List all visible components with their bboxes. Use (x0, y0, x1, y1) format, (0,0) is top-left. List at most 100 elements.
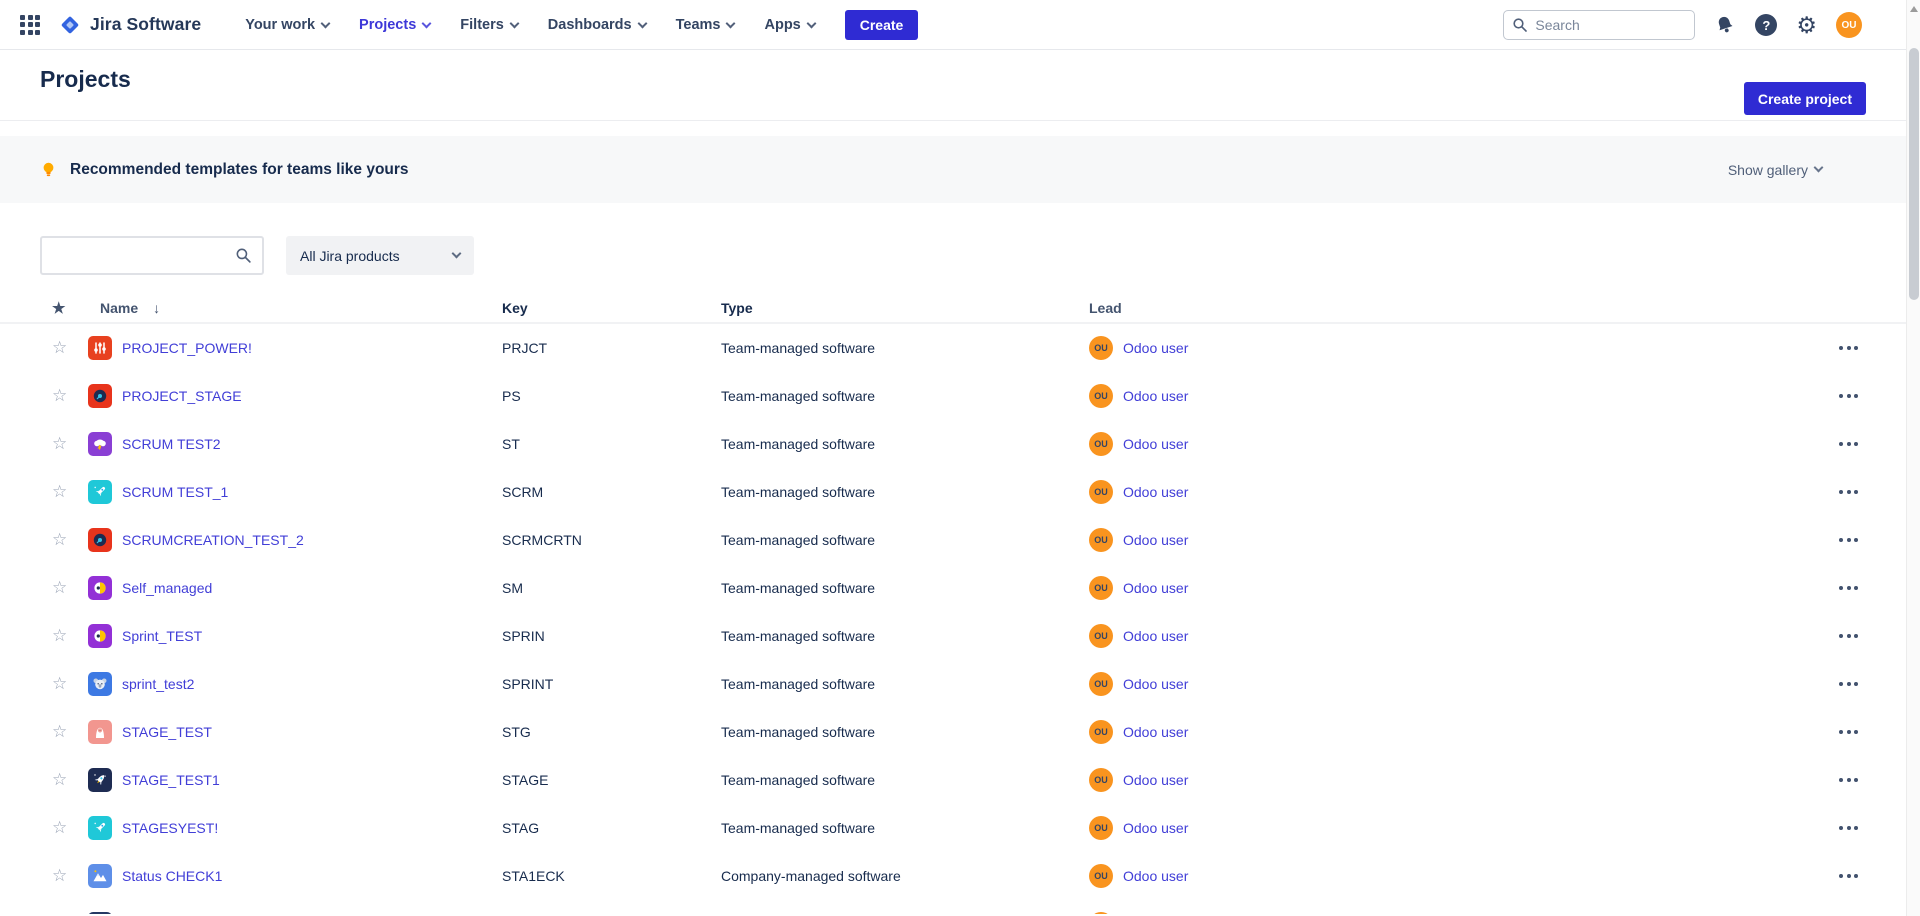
lead-link[interactable]: Odoo user (1123, 820, 1188, 836)
row-actions-button[interactable] (1837, 676, 1860, 692)
product-filter-value: All Jira products (300, 248, 400, 264)
app-switcher-icon[interactable] (20, 15, 40, 35)
notifications-button[interactable] (1714, 14, 1736, 36)
table-row: ☆ STAGE_TEST1 STAGE Team-managed softwar… (0, 756, 1906, 804)
row-actions-button[interactable] (1837, 868, 1860, 884)
nav-item-projects[interactable]: Projects (359, 17, 430, 33)
favorite-star-button[interactable]: ☆ (52, 387, 67, 404)
lead-link[interactable]: Odoo user (1123, 436, 1188, 452)
sort-descending-icon: ↓ (153, 300, 160, 316)
project-key: STA1ECK (502, 868, 721, 884)
user-avatar[interactable]: OU (1836, 12, 1862, 38)
project-type: Team-managed software (721, 820, 1089, 836)
row-actions-button[interactable] (1837, 484, 1860, 500)
favorite-star-button[interactable]: ☆ (52, 867, 67, 884)
project-name-link[interactable]: sprint_test2 (122, 676, 194, 692)
nav-item-teams[interactable]: Teams (676, 17, 735, 33)
scrollbar-thumb[interactable] (1909, 48, 1919, 300)
lead-link[interactable]: Odoo user (1123, 340, 1188, 356)
product-filter-select[interactable]: All Jira products (286, 236, 474, 275)
column-header-type[interactable]: Type (721, 300, 1089, 316)
lead-link[interactable]: Odoo user (1123, 676, 1188, 692)
nav-item-apps[interactable]: Apps (764, 17, 814, 33)
row-actions-button[interactable] (1837, 820, 1860, 836)
favorite-star-button[interactable]: ☆ (52, 339, 67, 356)
create-project-button[interactable]: Create project (1744, 82, 1866, 115)
lead-avatar: OU (1089, 336, 1113, 360)
row-actions-button[interactable] (1837, 724, 1860, 740)
projects-search[interactable] (40, 236, 264, 275)
show-gallery-label: Show gallery (1728, 162, 1808, 178)
row-actions-button[interactable] (1837, 532, 1860, 548)
lead-avatar: OU (1089, 672, 1113, 696)
favorite-star-button[interactable]: ☆ (52, 579, 67, 596)
favorite-star-button[interactable]: ☆ (52, 483, 67, 500)
project-name-link[interactable]: Self_managed (122, 580, 212, 596)
row-actions-button[interactable] (1837, 772, 1860, 788)
lead-avatar: OU (1089, 768, 1113, 792)
global-search-input[interactable] (1535, 17, 1685, 33)
nav-item-your-work[interactable]: Your work (245, 17, 329, 33)
chevron-down-icon (509, 18, 519, 28)
column-header-name[interactable]: Name ↓ (84, 300, 502, 316)
project-type: Team-managed software (721, 628, 1089, 644)
lead-avatar (1089, 912, 1113, 914)
lead-link[interactable]: Odoo user (1123, 580, 1188, 596)
show-gallery-button[interactable]: Show gallery (1728, 162, 1822, 178)
vertical-scrollbar[interactable] (1906, 0, 1920, 916)
scroll-up-arrow-icon[interactable] (1910, 6, 1918, 12)
star-header-icon[interactable]: ★ (52, 300, 65, 317)
project-name-link[interactable]: SCRUM TEST2 (122, 436, 221, 452)
favorite-star-button[interactable]: ☆ (52, 675, 67, 692)
favorite-star-button[interactable]: ☆ (52, 531, 67, 548)
favorite-star-button[interactable]: ☆ (52, 723, 67, 740)
lead-link[interactable]: Odoo user (1123, 724, 1188, 740)
lead-avatar: OU (1089, 384, 1113, 408)
favorite-star-button[interactable]: ☆ (52, 435, 67, 452)
lead-link[interactable]: Odoo user (1123, 628, 1188, 644)
project-type: Team-managed software (721, 676, 1089, 692)
project-name-link[interactable]: PROJECT_POWER! (122, 340, 252, 356)
project-name-link[interactable]: PROJECT_STAGE (122, 388, 242, 404)
favorite-star-button[interactable]: ☆ (52, 771, 67, 788)
project-name-link[interactable]: STAGE_TEST1 (122, 772, 220, 788)
favorite-star-button[interactable]: ☆ (52, 819, 67, 836)
project-type: Team-managed software (721, 436, 1089, 452)
topbar-right-cluster: ? ⚙ OU (1503, 0, 1862, 50)
project-name-link[interactable]: SCRUM TEST_1 (122, 484, 228, 500)
project-name-link[interactable]: Sprint_TEST (122, 628, 202, 644)
column-header-key[interactable]: Key (502, 300, 721, 316)
row-actions-button[interactable] (1837, 388, 1860, 404)
row-actions-button[interactable] (1837, 436, 1860, 452)
lead-link[interactable]: Odoo user (1123, 388, 1188, 404)
jira-logo[interactable]: Jira Software (58, 13, 201, 37)
project-type: Team-managed software (721, 484, 1089, 500)
row-actions-button[interactable] (1837, 628, 1860, 644)
lead-link[interactable]: Odoo user (1123, 532, 1188, 548)
help-button[interactable]: ? (1755, 14, 1777, 36)
global-search[interactable] (1503, 10, 1695, 40)
lead-avatar: OU (1089, 480, 1113, 504)
settings-button[interactable]: ⚙ (1796, 14, 1817, 37)
lead-link[interactable]: Odoo user (1123, 772, 1188, 788)
project-name-link[interactable]: Status CHECK1 (122, 868, 222, 884)
lead-link[interactable]: Odoo user (1123, 484, 1188, 500)
project-name-link[interactable]: STAGESYEST! (122, 820, 218, 836)
nav-item-label: Filters (460, 17, 504, 33)
column-header-lead[interactable]: Lead (1089, 300, 1786, 316)
lead-avatar: OU (1089, 720, 1113, 744)
nav-item-label: Apps (764, 17, 800, 33)
filter-bar: All Jira products (40, 236, 474, 275)
nav-item-dashboards[interactable]: Dashboards (548, 17, 646, 33)
projects-search-input[interactable] (52, 248, 235, 264)
project-name-link[interactable]: SCRUMCREATION_TEST_2 (122, 532, 304, 548)
search-icon (235, 247, 252, 264)
row-actions-button[interactable] (1837, 340, 1860, 356)
create-button[interactable]: Create (845, 10, 919, 40)
project-name-link[interactable]: STAGE_TEST (122, 724, 212, 740)
favorite-star-button[interactable]: ☆ (52, 627, 67, 644)
table-row: ☆ SCRUM TEST2 ST Team-managed software O… (0, 420, 1906, 468)
nav-item-filters[interactable]: Filters (460, 17, 518, 33)
row-actions-button[interactable] (1837, 580, 1860, 596)
lead-link[interactable]: Odoo user (1123, 868, 1188, 884)
